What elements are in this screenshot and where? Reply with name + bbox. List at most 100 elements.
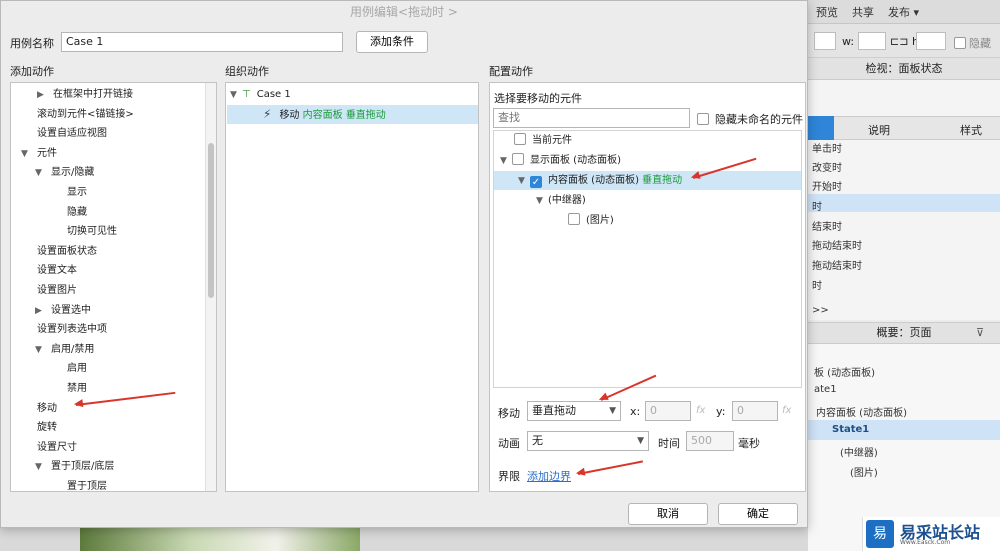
event-item[interactable]: 单击时 — [812, 140, 842, 155]
x-input[interactable]: 0 — [645, 401, 691, 421]
organize-action-panel: ▼ ⊤ Case 1 ⚡ 移动 内容面板 垂直拖动 — [225, 82, 479, 492]
collapse-icon[interactable]: ▼ — [35, 164, 47, 183]
outline-row[interactable]: ate1 — [814, 384, 837, 395]
tree-item-content-panel[interactable]: ▼ ✓ 内容面板 (动态面板) 垂直拖动 — [494, 171, 801, 190]
case-name-input[interactable]: Case 1 — [61, 32, 343, 52]
select-widget-label: 选择要移动的元件 — [494, 92, 582, 105]
share-button[interactable]: 共享 — [852, 4, 874, 20]
outline-row[interactable]: (图片) — [850, 464, 878, 479]
y-fx-button[interactable]: fx — [782, 405, 791, 416]
move-type-select[interactable]: 垂直拖动 ▼ — [527, 401, 621, 421]
action-item[interactable]: ▼ 元件 — [21, 144, 57, 163]
action-item[interactable]: 设置文本 — [37, 261, 77, 280]
expand-icon[interactable]: ▶ — [35, 302, 47, 321]
x-fx-button[interactable]: fx — [696, 405, 705, 416]
action-item[interactable]: 启用 — [67, 359, 87, 378]
action-item-label: 旋转 — [37, 422, 57, 434]
expand-icon[interactable]: ▼ — [536, 192, 548, 211]
action-item-label: 启用 — [67, 363, 87, 375]
case-node[interactable]: ▼ ⊤ Case 1 — [230, 85, 478, 104]
event-item[interactable]: 时 — [812, 198, 822, 213]
action-item[interactable]: 移动 — [37, 399, 57, 418]
tab-style[interactable]: 样式 — [960, 122, 982, 138]
cancel-button[interactable]: 取消 — [628, 503, 708, 525]
action-item[interactable]: 置于顶层 — [67, 477, 107, 491]
action-item[interactable]: ▼ 启用/禁用 — [35, 340, 94, 359]
hide-unnamed-checkbox-box[interactable] — [697, 113, 709, 125]
hide-unnamed-checkbox[interactable]: 隐藏未命名的元件 — [697, 111, 803, 127]
scrollbar-thumb[interactable] — [208, 143, 214, 298]
expand-icon[interactable]: ▼ — [518, 172, 530, 191]
action-item[interactable]: 显示 — [67, 183, 87, 202]
action-item[interactable]: 设置图片 — [37, 281, 77, 300]
filter-icon[interactable]: ⊽ — [976, 323, 984, 343]
add-condition-button[interactable]: 添加条件 — [356, 31, 428, 53]
outline-row[interactable]: 内容面板 (动态面板) — [816, 404, 907, 419]
ok-button[interactable]: 确定 — [718, 503, 798, 525]
action-node-move[interactable]: ⚡ 移动 内容面板 垂直拖动 — [227, 105, 478, 124]
action-item-label: 设置面板状态 — [37, 245, 97, 257]
action-item[interactable]: 滚动到元件<锚链接> — [37, 105, 134, 124]
action-item[interactable]: 隐藏 — [67, 203, 87, 222]
canvas-image — [80, 528, 360, 551]
action-item[interactable]: ▶ 设置选中 — [35, 301, 91, 320]
configure-action-title: 配置动作 — [489, 65, 533, 78]
action-item[interactable]: 设置面板状态 — [37, 242, 97, 261]
content-panel-checkbox[interactable]: ✓ — [530, 176, 542, 188]
action-item-label: 设置图片 — [37, 285, 77, 296]
event-item[interactable]: 改变时 — [812, 159, 842, 174]
animation-select[interactable]: 无 ▼ — [527, 431, 649, 451]
expand-icon[interactable]: ▶ — [37, 86, 49, 105]
action-item-label: 切换可见性 — [67, 226, 117, 238]
lightning-icon: ⚡ — [263, 107, 272, 121]
action-item[interactable]: 禁用 — [67, 379, 87, 398]
tree-item-display-panel[interactable]: ▼ 显示面板 (动态面板) — [500, 151, 621, 170]
tree-item-repeater[interactable]: ▼ (中继器) — [536, 191, 586, 210]
collapse-icon[interactable]: ▼ — [21, 145, 33, 164]
action-item[interactable]: 设置自适应视图 — [37, 124, 107, 143]
action-item[interactable]: 设置尺寸 — [37, 438, 77, 457]
expand-icon[interactable]: ▼ — [500, 152, 512, 171]
outline-row-selected[interactable]: State1 — [832, 424, 869, 435]
y-input[interactable]: 0 — [732, 401, 778, 421]
lock-ratio-icon[interactable]: ⊏⊐ — [890, 35, 908, 48]
current-widget-checkbox[interactable] — [514, 133, 526, 145]
height-field[interactable] — [916, 32, 946, 50]
action-item[interactable]: ▼ 显示/隐藏 — [35, 163, 94, 182]
image-checkbox[interactable] — [568, 213, 580, 225]
collapse-icon[interactable]: ▼ — [35, 341, 47, 360]
hide-checkbox-box[interactable] — [954, 37, 966, 49]
action-item-label: 滚动到元件<锚链接> — [37, 108, 134, 120]
action-item-label: 显示 — [67, 187, 87, 198]
event-item[interactable]: 开始时 — [812, 178, 842, 193]
preview-button[interactable]: 预览 — [816, 4, 838, 20]
time-input[interactable]: 500 — [686, 431, 734, 451]
action-item[interactable]: 设置列表选中项 — [37, 320, 107, 339]
outline-row[interactable]: 板 (动态面板) — [814, 364, 875, 379]
action-item[interactable]: 旋转 — [37, 418, 57, 437]
action-item[interactable]: ▼ 置于顶层/底层 — [35, 457, 114, 476]
publish-button[interactable]: 发布 ▾ — [888, 4, 919, 20]
event-item[interactable]: 拖动结束时 — [812, 237, 862, 252]
widget-search-input[interactable] — [493, 108, 690, 128]
width-field[interactable] — [858, 32, 886, 50]
tree-item-current-widget[interactable]: 当前元件 — [514, 131, 572, 150]
outline-row[interactable]: (中继器) — [840, 444, 878, 459]
hide-checkbox[interactable]: 隐藏 — [954, 35, 991, 51]
add-bounds-link[interactable]: 添加边界 — [527, 468, 571, 484]
event-item[interactable]: 结束时 — [812, 218, 842, 233]
collapse-icon[interactable]: ▼ — [230, 86, 242, 105]
event-item[interactable]: 时 — [812, 277, 822, 292]
more-events-toggle[interactable]: >> — [812, 305, 829, 316]
action-item[interactable]: 切换可见性 — [67, 222, 117, 241]
event-item[interactable]: 拖动结束时 — [812, 257, 862, 272]
action-item[interactable]: ▶ 在框架中打开链接 — [37, 85, 133, 104]
action-list-scrollbar[interactable] — [205, 83, 216, 491]
tree-item-image[interactable]: (图片) — [568, 211, 614, 230]
organize-action-title: 组织动作 — [225, 65, 269, 78]
collapse-icon[interactable]: ▼ — [35, 458, 47, 477]
x-coordinate-field[interactable] — [814, 32, 836, 50]
tab-interactions[interactable] — [808, 116, 834, 140]
display-panel-checkbox[interactable] — [512, 153, 524, 165]
tab-notes[interactable]: 说明 — [868, 122, 890, 138]
